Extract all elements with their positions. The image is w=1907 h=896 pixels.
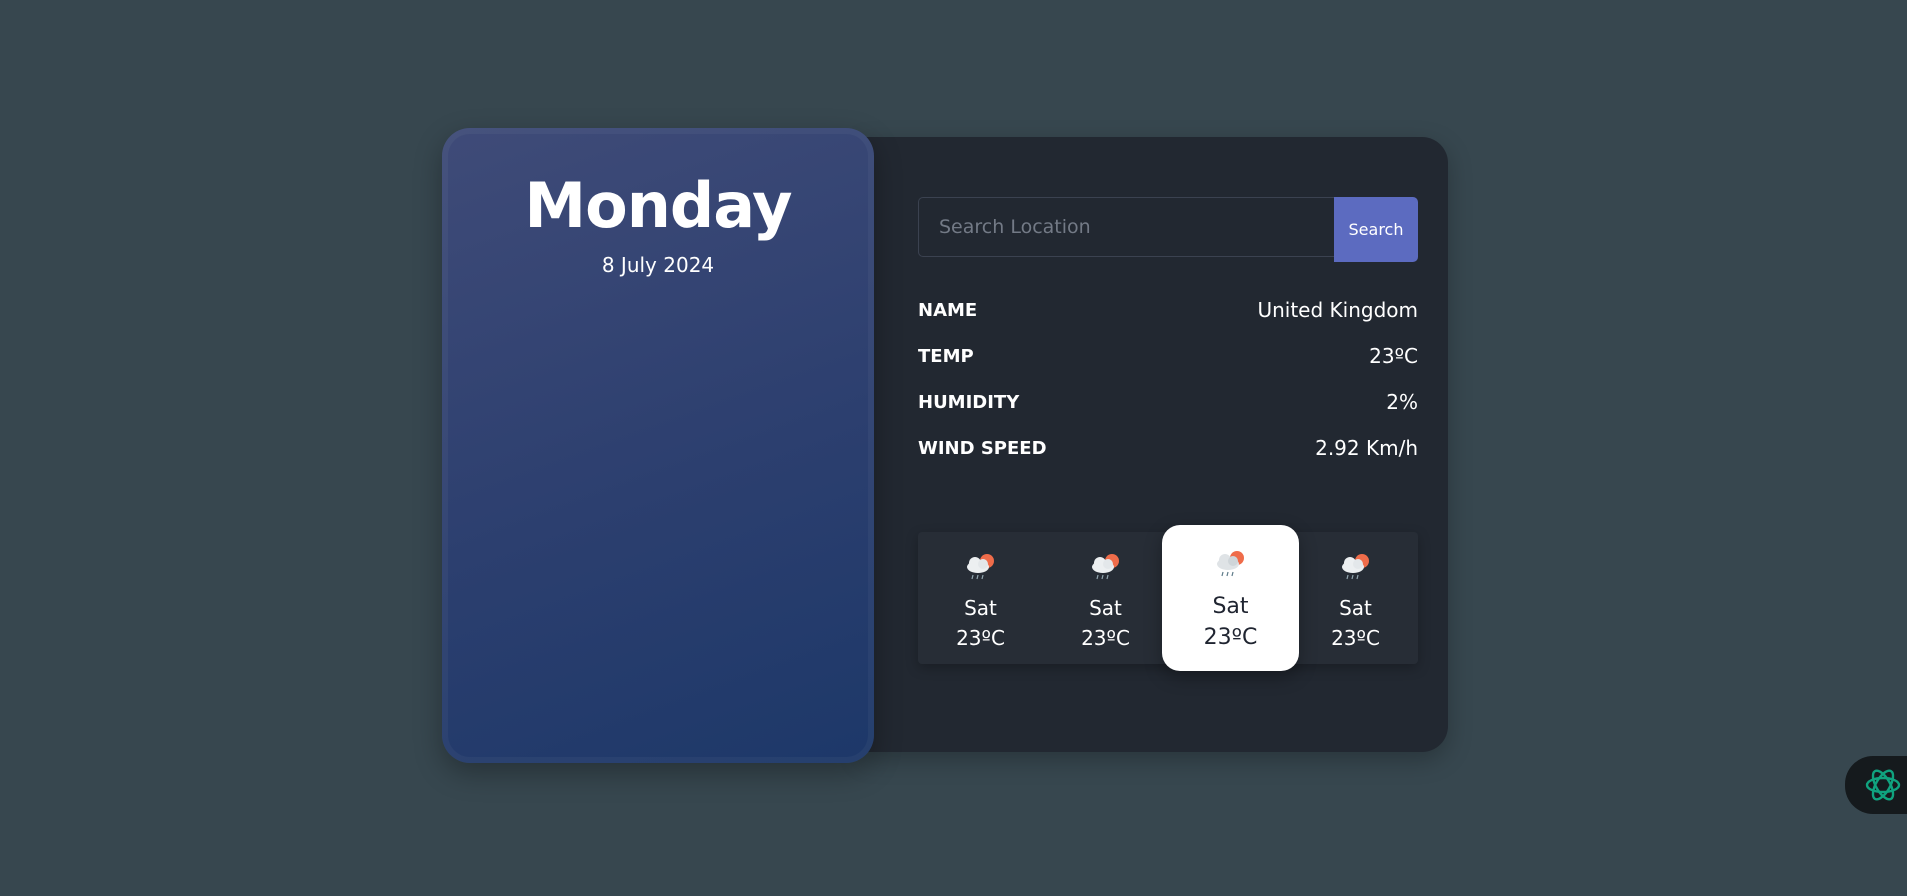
info-label: HUMIDITY (918, 391, 1020, 413)
info-row-name: NAME United Kingdom (918, 295, 1418, 325)
page: Monday 8 July 2024 Search NAME United Ki… (0, 0, 1907, 896)
forecast-temp: 23ºC (1081, 626, 1130, 650)
info-row-humidity: HUMIDITY 2% (918, 387, 1418, 417)
date-text: 8 July 2024 (601, 253, 715, 277)
info-value: 23ºC (1369, 344, 1418, 368)
forecast-item[interactable]: Sat 23ºC (1293, 532, 1418, 664)
search-button[interactable]: Search (1334, 197, 1418, 262)
forecast-temp: 23ºC (1203, 625, 1258, 650)
forecast-day: Sat (1089, 596, 1122, 620)
forecast-temp: 23ºC (956, 626, 1005, 650)
forecast-temp: 23ºC (1331, 626, 1380, 650)
info-label: TEMP (918, 345, 974, 367)
forecast-day: Sat (964, 596, 997, 620)
info-value: 2% (1386, 390, 1418, 414)
forecast-day: Sat (1339, 596, 1372, 620)
forecast-item[interactable]: Sat 23ºC (918, 532, 1043, 664)
info-value: United Kingdom (1257, 298, 1418, 322)
info-label: NAME (918, 299, 978, 321)
openai-logo-icon (1865, 769, 1901, 801)
search-location-input[interactable] (918, 197, 1334, 257)
info-label: WIND SPEED (918, 437, 1047, 459)
forecast-day: Sat (1212, 594, 1249, 619)
day-title: Monday (524, 169, 792, 242)
day-card: Monday 8 July 2024 (442, 128, 874, 763)
forecast-item[interactable]: Sat 23ºC (1043, 532, 1168, 664)
assistant-launcher-button[interactable] (1845, 756, 1907, 814)
info-row-temp: TEMP 23ºC (918, 341, 1418, 371)
rain-cloud-sun-icon (1341, 554, 1369, 580)
forecast-strip: Sat 23ºC Sat 23ºC Sat 23ºC Sat 23ºC (918, 525, 1418, 671)
info-value: 2.92 Km/h (1315, 436, 1418, 460)
rain-cloud-sun-icon (1091, 554, 1119, 580)
rain-cloud-sun-icon (1216, 551, 1244, 577)
info-row-wind-speed: WIND SPEED 2.92 Km/h (918, 433, 1418, 463)
forecast-item-active[interactable]: Sat 23ºC (1162, 525, 1299, 671)
rain-cloud-sun-icon (966, 554, 994, 580)
